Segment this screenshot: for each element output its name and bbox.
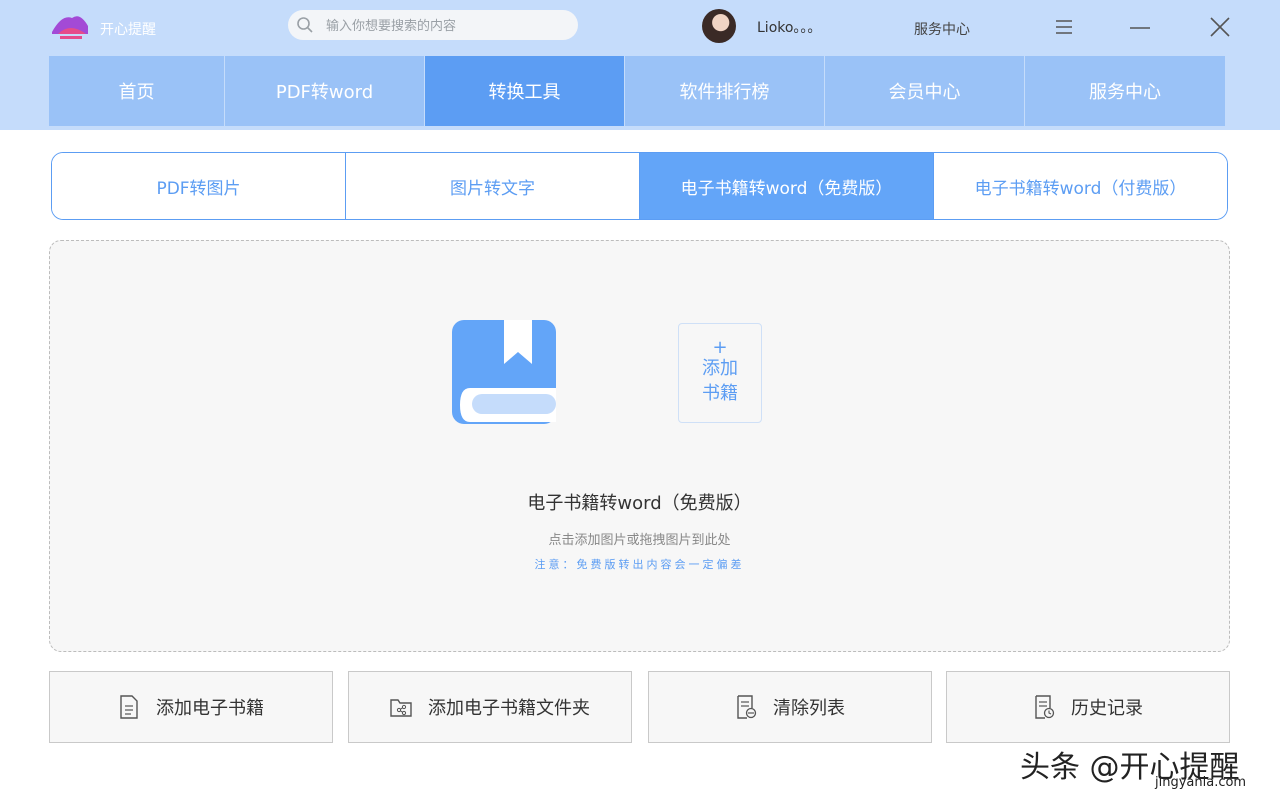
plus-icon: +: [712, 337, 728, 358]
clear-list-button[interactable]: 清除列表: [648, 671, 932, 743]
tab-image-to-text[interactable]: 图片转文字: [346, 153, 640, 219]
add-book-button[interactable]: + 添加 书籍: [678, 323, 762, 423]
minimize-icon[interactable]: [1127, 14, 1153, 40]
nav-home[interactable]: 首页: [49, 56, 225, 126]
tab-ebook-to-word-free[interactable]: 电子书籍转word（免费版）: [640, 153, 934, 219]
user-name[interactable]: Lioko。。。: [757, 17, 821, 37]
add-ebook-folder-button[interactable]: 添加电子书籍文件夹: [348, 671, 632, 743]
service-center-link[interactable]: 服务中心: [914, 19, 970, 39]
app-header: 开心提醒 Lioko。。。 服务中心 首页 PDF转word 转换工具 软件排行…: [0, 0, 1280, 130]
nav-pdf-to-word[interactable]: PDF转word: [225, 56, 425, 126]
tab-ebook-to-word-paid[interactable]: 电子书籍转word（付费版）: [934, 153, 1227, 219]
menu-icon[interactable]: [1051, 14, 1077, 40]
tool-tabs: PDF转图片 图片转文字 电子书籍转word（免费版） 电子书籍转word（付费…: [51, 152, 1228, 220]
add-book-label-line1: 添加: [702, 358, 738, 379]
nav-convert-tools[interactable]: 转换工具: [425, 56, 625, 126]
book-icon: [452, 320, 556, 424]
watermark-url: jingyanla.com: [1155, 775, 1247, 790]
add-ebook-button[interactable]: 添加电子书籍: [49, 671, 333, 743]
add-ebook-folder-label: 添加电子书籍文件夹: [428, 698, 590, 719]
close-icon[interactable]: [1207, 14, 1233, 40]
nav-member-center[interactable]: 会员中心: [825, 56, 1025, 126]
history-button[interactable]: 历史记录: [946, 671, 1230, 743]
search-box[interactable]: [288, 10, 578, 40]
tab-pdf-to-image[interactable]: PDF转图片: [52, 153, 346, 219]
file-icon: [120, 695, 138, 719]
drop-zone-title: 电子书籍转word（免费版）: [527, 493, 752, 514]
history-label: 历史记录: [1071, 698, 1143, 719]
main-nav: 首页 PDF转word 转换工具 软件排行榜 会员中心 服务中心: [49, 56, 1229, 126]
add-ebook-label: 添加电子书籍: [156, 698, 264, 719]
history-icon: [1035, 695, 1055, 719]
clear-list-icon: [737, 695, 757, 719]
app-name: 开心提醒: [100, 22, 156, 38]
nav-service-center[interactable]: 服务中心: [1025, 56, 1225, 126]
clear-list-label: 清除列表: [773, 698, 845, 719]
folder-icon: [390, 699, 412, 717]
search-icon: [297, 17, 313, 33]
drop-zone-hint: 点击添加图片或拖拽图片到此处: [548, 533, 731, 548]
app-logo-icon: [52, 16, 88, 39]
avatar[interactable]: [702, 9, 736, 43]
nav-software-ranking[interactable]: 软件排行榜: [625, 56, 825, 126]
file-drop-zone[interactable]: + 添加 书籍 电子书籍转word（免费版） 点击添加图片或拖拽图片到此处 注意…: [49, 240, 1230, 652]
drop-zone-note: 注意：免费版转出内容会一定偏差: [534, 558, 745, 571]
search-input[interactable]: [324, 14, 568, 38]
add-book-label-line2: 书籍: [702, 383, 738, 404]
